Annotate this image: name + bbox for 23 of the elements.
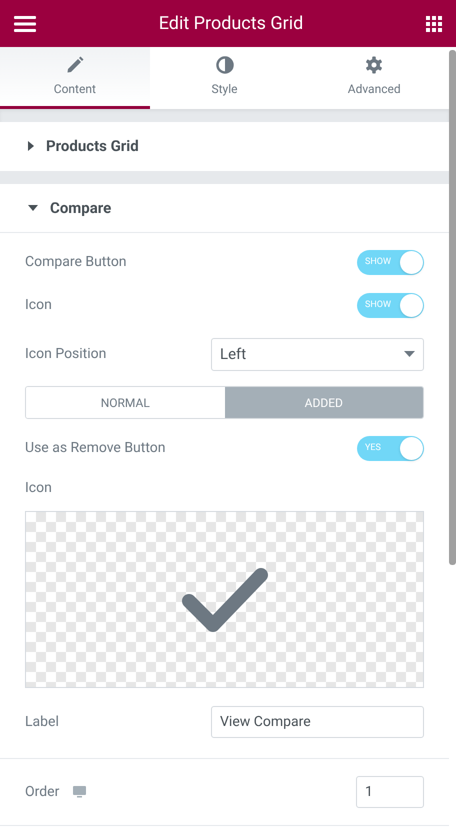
checkmark-icon	[180, 566, 268, 632]
caret-right-icon	[28, 141, 34, 151]
pencil-icon	[66, 56, 84, 74]
scrollbar-thumb[interactable]	[449, 50, 456, 565]
select-dropdown[interactable]: Left	[211, 338, 424, 370]
control-label: Icon	[25, 479, 52, 498]
control-label: Label	[25, 712, 59, 732]
control-label: Icon Position	[25, 344, 106, 364]
panel-title: Edit Products Grid	[158, 12, 304, 36]
text-input[interactable]: View Compare	[211, 706, 424, 738]
menu-icon[interactable]	[14, 16, 36, 32]
control-label: Order	[25, 782, 60, 802]
caret-down-icon	[28, 205, 38, 211]
control-label: Use as Remove Button	[25, 439, 166, 458]
control-label: Compare Button	[25, 253, 127, 272]
control-label: Icon	[25, 296, 52, 315]
gear-icon	[365, 56, 384, 74]
caret-down-icon	[404, 351, 415, 357]
half-circle-icon	[216, 56, 234, 74]
number-input[interactable]: 1	[356, 776, 424, 808]
panel-tab[interactable]: Content	[0, 47, 150, 109]
apps-grid-icon[interactable]	[426, 16, 442, 32]
icon-picker[interactable]	[25, 511, 424, 688]
